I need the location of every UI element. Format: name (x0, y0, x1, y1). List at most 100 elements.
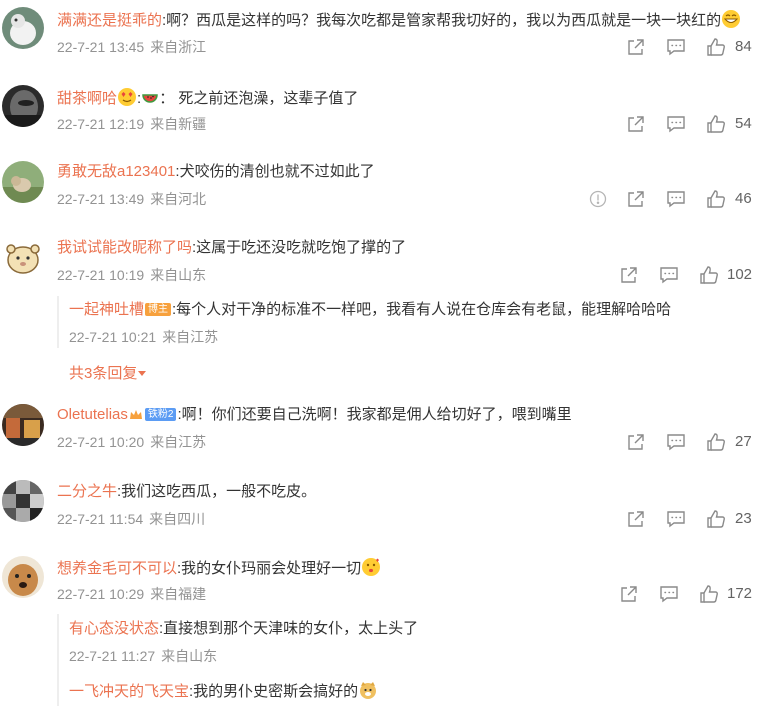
username-link[interactable]: 满满还是挺乖的 (57, 12, 162, 29)
comment-line: 甜茶啊哈:： 死之前还泡澡，这辈子值了 (57, 87, 358, 113)
username-link[interactable]: 二分之牛 (57, 483, 117, 500)
reply-username-link[interactable]: 有心态没状态 (69, 620, 159, 637)
avatar[interactable] (2, 161, 44, 203)
comment-icon[interactable] (666, 189, 686, 214)
comment-icon[interactable] (666, 432, 686, 457)
comment-text: :啊！你们还要自己洗啊！我家都是佣人给切好了，喂到嘴里 (177, 406, 572, 423)
like-icon[interactable] (706, 189, 726, 214)
more-replies-link[interactable]: 共3条回复 (69, 362, 147, 383)
comment-meta: 22-7-21 11:54 来自四川 (57, 510, 205, 528)
comment-line: 二分之牛:我们这吃西瓜，一般不吃皮。 (57, 482, 316, 502)
location: 来自山东 (150, 267, 207, 283)
watermelon-emoji (141, 89, 159, 113)
comment-actions: 102 (619, 265, 777, 285)
doge-emoji (358, 680, 378, 706)
reply-meta: 22-7-21 11:27 来自山东 (69, 647, 217, 665)
like-count: 46 (735, 190, 752, 207)
comment-icon[interactable] (659, 265, 679, 290)
like-icon[interactable] (706, 509, 726, 534)
location: 来自江苏 (162, 329, 219, 345)
avatar[interactable] (2, 237, 44, 279)
avatar[interactable] (2, 404, 44, 446)
comment-text: :我的女仆玛丽会处理好一切 (177, 560, 362, 577)
comment-meta: 22-7-21 13:45 来自浙江 (57, 38, 206, 56)
avatar[interactable] (2, 480, 44, 522)
timestamp: 22-7-21 10:21 (69, 329, 157, 345)
comment-line: 我试试能改昵称了吗:这属于吃还没吃就吃饱了撑的了 (57, 238, 406, 258)
username-link[interactable]: 我试试能改昵称了吗 (57, 239, 192, 256)
triangle-down-icon (137, 365, 147, 382)
like-icon[interactable] (706, 114, 726, 139)
comment-text: :这属于吃还没吃就吃饱了撑的了 (192, 239, 407, 256)
comment-meta: 22-7-21 12:19 来自新疆 (57, 115, 206, 133)
heart-eyes-emoji (117, 87, 137, 113)
like-icon[interactable] (706, 432, 726, 457)
comment-text: :犬咬伤的清创也就不过如此了 (175, 163, 375, 180)
comment-actions: 84 (626, 37, 776, 57)
comment-meta: 22-7-21 10:20 来自江苏 (57, 433, 206, 451)
comment-text: :啊？西瓜是这样的吗？我每次吃都是管家帮我切好的，我以为西瓜就是一块一块红的 (162, 12, 722, 29)
location: 来自福建 (150, 586, 207, 602)
share-icon[interactable] (626, 509, 646, 534)
like-icon[interactable] (699, 584, 719, 609)
username-link[interactable]: Oletutelias (57, 406, 128, 423)
comment-text: :我们这吃西瓜，一般不吃皮。 (117, 483, 317, 500)
location: 来自山东 (161, 648, 218, 664)
avatar[interactable] (2, 85, 44, 127)
timestamp: 22-7-21 12:19 (57, 116, 145, 132)
location: 来自河北 (150, 191, 207, 207)
reply-line: 一飞冲天的飞天宝:我的男仆史密斯会搞好的 (69, 680, 378, 706)
reply-thread: 有心态没状态:直接想到那个天津味的女仆，太上头了 22-7-21 11:27 来自… (57, 614, 759, 706)
author-badge: 博主 (145, 303, 172, 316)
share-icon[interactable] (626, 189, 646, 214)
location: 来自浙江 (150, 39, 207, 55)
username-link[interactable]: 甜茶啊哈 (57, 90, 117, 107)
timestamp: 22-7-21 11:54 (57, 511, 144, 527)
comment-meta: 22-7-21 10:29 来自福建 (57, 585, 206, 603)
username-link[interactable]: 想养金毛可不可以 (57, 560, 177, 577)
timestamp: 22-7-21 10:20 (57, 434, 145, 450)
username-link[interactable]: 勇敢无敌a123401 (57, 163, 175, 180)
comment-meta: 22-7-21 10:19 来自山东 (57, 266, 206, 284)
avatar[interactable] (2, 7, 44, 49)
reply-line: 有心态没状态:直接想到那个天津味的女仆，太上头了 (69, 619, 418, 639)
location: 来自新疆 (150, 116, 207, 132)
comment-meta: 22-7-21 13:49 来自河北 (57, 190, 206, 208)
comment-icon[interactable] (659, 584, 679, 609)
reply-username-link[interactable]: 一飞冲天的飞天宝 (69, 683, 189, 700)
reply-meta: 22-7-21 10:21 来自江苏 (69, 328, 218, 346)
comment-icon[interactable] (666, 509, 686, 534)
comment-actions: 172 (619, 584, 777, 604)
like-count: 23 (735, 510, 752, 527)
share-icon[interactable] (626, 37, 646, 62)
comment-actions: 23 (626, 509, 776, 529)
reply-username-link[interactable]: 一起神吐槽 (69, 301, 144, 318)
share-icon[interactable] (619, 584, 639, 609)
comment-icon[interactable] (666, 114, 686, 139)
grin-emoji (721, 9, 741, 35)
like-count: 27 (735, 433, 752, 450)
reply-text: :每个人对干净的标准不一样吧，我看有人说在仓库会有老鼠，能理解哈哈哈 (172, 301, 672, 318)
location: 来自江苏 (150, 434, 207, 450)
comment-line: 想养金毛可不可以:我的女仆玛丽会处理好一切 (57, 557, 381, 583)
like-icon[interactable] (706, 37, 726, 62)
reply-line: 一起神吐槽 博主:每个人对干净的标准不一样吧，我看有人说在仓库会有老鼠，能理解哈哈… (69, 300, 671, 320)
like-icon[interactable] (699, 265, 719, 290)
share-icon[interactable] (626, 432, 646, 457)
share-icon[interactable] (626, 114, 646, 139)
comment-icon[interactable] (666, 37, 686, 62)
reply-text: :直接想到那个天津味的女仆，太上头了 (159, 620, 419, 637)
report-icon[interactable] (588, 189, 608, 214)
kiss-emoji (361, 557, 381, 583)
reply-thread: 一起神吐槽 博主:每个人对干净的标准不一样吧，我看有人说在仓库会有老鼠，能理解哈哈… (57, 296, 759, 348)
timestamp: 22-7-21 13:45 (57, 39, 145, 55)
comment-actions: 46 (586, 189, 776, 209)
location: 来自四川 (149, 511, 206, 527)
like-count: 54 (735, 115, 752, 132)
share-icon[interactable] (619, 265, 639, 290)
comment-line: 满满还是挺乖的:啊？西瓜是这样的吗？我每次吃都是管家帮我切好的，我以为西瓜就是一… (57, 9, 741, 35)
comment-actions: 54 (626, 114, 776, 134)
avatar[interactable] (2, 556, 44, 598)
more-replies-label: 共3条回复 (69, 365, 138, 382)
timestamp: 22-7-21 13:49 (57, 191, 145, 207)
